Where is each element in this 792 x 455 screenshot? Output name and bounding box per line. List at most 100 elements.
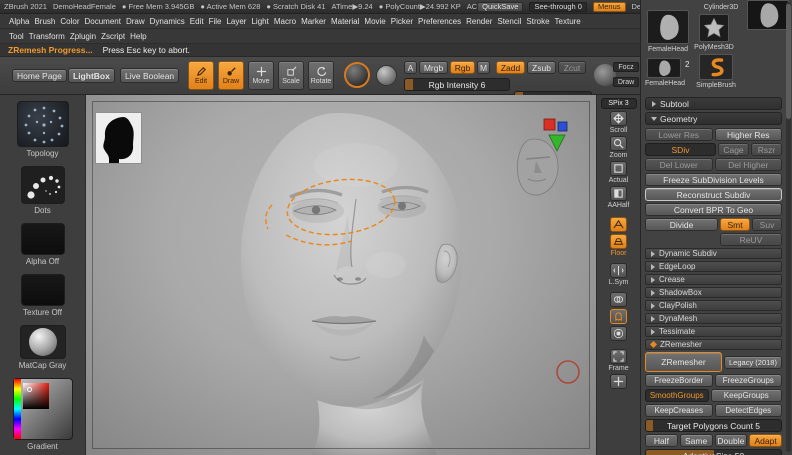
higher-res-button[interactable]: Higher Res [714, 128, 782, 141]
default-zscript-button[interactable]: DefaultZScript [632, 2, 641, 11]
alpha-off-thumb[interactable] [20, 223, 65, 255]
menu-item[interactable]: Stroke [525, 17, 550, 26]
zremesher-section-header[interactable]: ZRemesher [645, 339, 782, 350]
freeze-border-toggle[interactable]: FreezeBorder [645, 374, 713, 387]
rgb-intensity-slider[interactable]: Rgb Intensity 6 [404, 78, 510, 91]
color-picker[interactable] [12, 378, 73, 440]
subsection-header[interactable]: EdgeLoop [645, 261, 782, 272]
del-lower-button[interactable]: Del Lower [645, 158, 713, 171]
femalehead2-thumb[interactable] [647, 58, 681, 78]
menu-item[interactable]: Zscript [100, 32, 126, 41]
menu-item[interactable]: Color [59, 17, 80, 26]
move-3d-button[interactable] [610, 374, 627, 389]
menu-item[interactable]: File [208, 17, 223, 26]
subsection-header[interactable]: ShadowBox [645, 287, 782, 298]
current-tool-thumb[interactable] [747, 0, 789, 30]
lightbox-button[interactable]: LightBox [68, 68, 115, 83]
saturation-square[interactable] [22, 383, 49, 409]
menu-item[interactable]: Tool [8, 32, 25, 41]
zadd-button[interactable]: Zadd [496, 61, 525, 74]
stroke-dots-thumb[interactable] [20, 166, 65, 204]
subsection-header[interactable]: Dynamic Subdiv [645, 248, 782, 259]
menu-item[interactable]: Light [250, 17, 269, 26]
rotate-mode-button[interactable]: Rotate [308, 61, 334, 90]
menu-item[interactable]: Layer [225, 17, 247, 26]
rszr-button[interactable]: Rszr [751, 143, 782, 156]
keep-groups-toggle[interactable]: KeepGroups [710, 389, 782, 402]
menu-item[interactable]: Material [330, 17, 360, 26]
scale-mode-button[interactable]: Scale [278, 61, 304, 90]
zcut-button[interactable]: Zcut [558, 61, 586, 74]
m-button[interactable]: M [477, 61, 490, 74]
lower-res-button[interactable]: Lower Res [645, 128, 713, 141]
menu-item[interactable]: Transform [28, 32, 66, 41]
anchor-a-button[interactable]: A [404, 61, 417, 74]
cage-button[interactable]: Cage [718, 143, 749, 156]
move-mode-button[interactable]: Move [248, 61, 274, 90]
home-page-button[interactable]: Home Page [12, 69, 67, 82]
adapt-toggle[interactable]: Adapt [749, 434, 782, 447]
document-viewport[interactable] [86, 95, 596, 455]
rgb-button[interactable]: Rgb [450, 61, 475, 74]
divide-button[interactable]: Divide [645, 218, 718, 231]
menu-item[interactable]: Picker [390, 17, 414, 26]
geometry-palette-header[interactable]: Geometry [645, 112, 782, 125]
del-higher-button[interactable]: Del Higher [714, 158, 782, 171]
menu-item[interactable]: Texture [554, 17, 582, 26]
matcap-thumb[interactable] [19, 325, 66, 359]
stroke-topology-thumb[interactable] [16, 101, 69, 147]
zsub-button[interactable]: Zsub [527, 61, 556, 74]
mrgb-button[interactable]: Mrgb [419, 61, 448, 74]
menu-item[interactable]: Help [129, 32, 147, 41]
smooth-groups-slider[interactable]: SmoothGroups [645, 389, 709, 402]
menu-item[interactable]: Stencil [496, 17, 522, 26]
focal-shift-slider[interactable]: Focz [613, 62, 639, 72]
head-model[interactable] [240, 112, 463, 455]
adaptive-size-slider[interactable]: AdaptiveSize 50 [645, 449, 782, 455]
actual-button[interactable]: Actual [609, 161, 628, 184]
convert-bpr-button[interactable]: Convert BPR To Geo [645, 203, 782, 216]
menu-item[interactable]: Draw [125, 17, 146, 26]
frame-button[interactable]: Frame [608, 349, 629, 372]
edit-mode-button[interactable]: Edit [188, 61, 214, 90]
femalehead-thumb[interactable] [647, 10, 689, 44]
zoom-button[interactable]: Zoom [610, 136, 627, 159]
legacy-2018-button[interactable]: Legacy (2018) [724, 355, 782, 369]
menu-item[interactable]: Brush [33, 17, 56, 26]
menu-item[interactable]: Zplugin [69, 32, 97, 41]
see-through-slider[interactable]: See-through 0 [529, 1, 587, 12]
transp-button[interactable] [610, 292, 627, 307]
subsection-header[interactable]: Crease [645, 274, 782, 285]
menu-item[interactable]: Movie [363, 17, 386, 26]
half-button[interactable]: Half [645, 434, 678, 447]
menu-item[interactable]: Edit [189, 17, 205, 26]
subsection-header[interactable]: ClayPolish [645, 300, 782, 311]
ghost-button[interactable] [610, 309, 627, 324]
sculptris-pro-icon[interactable] [344, 62, 370, 88]
freeze-groups-toggle[interactable]: FreezeGroups [714, 374, 782, 387]
smt-toggle[interactable]: Smt [720, 218, 750, 231]
menu-item[interactable]: Render [465, 17, 493, 26]
persp-button[interactable] [610, 217, 627, 232]
menu-item[interactable]: Marker [300, 17, 327, 26]
solo-button[interactable] [610, 326, 627, 341]
brush-preview-sphere-icon[interactable] [376, 65, 397, 86]
freeze-subdivision-button[interactable]: Freeze SubDivision Levels [645, 173, 782, 186]
live-boolean-button[interactable]: Live Boolean [120, 68, 180, 83]
sdiv-slider[interactable]: SDiv [645, 143, 716, 156]
tray-scrollbar[interactable] [786, 2, 791, 452]
draw-size-slider[interactable]: Draw [613, 77, 639, 87]
scroll-button[interactable]: Scroll [610, 111, 627, 134]
subsection-header[interactable]: Tessimate [645, 326, 782, 337]
subtool-palette-header[interactable]: Subtool [645, 97, 782, 110]
double-button[interactable]: Double [714, 434, 748, 447]
spix-slider[interactable]: SPix 3 [600, 98, 637, 109]
suv-toggle[interactable]: Suv [752, 218, 782, 231]
menu-item[interactable]: Dynamics [149, 17, 186, 26]
aahalf-button[interactable]: AAHalf [608, 186, 629, 209]
texture-off-thumb[interactable] [20, 274, 65, 306]
scrollbar-handle[interactable] [786, 4, 791, 119]
menus-button[interactable]: Menus [592, 1, 626, 12]
menu-item[interactable]: Document [84, 17, 122, 26]
quicksave-button[interactable]: QuickSave [477, 1, 524, 12]
